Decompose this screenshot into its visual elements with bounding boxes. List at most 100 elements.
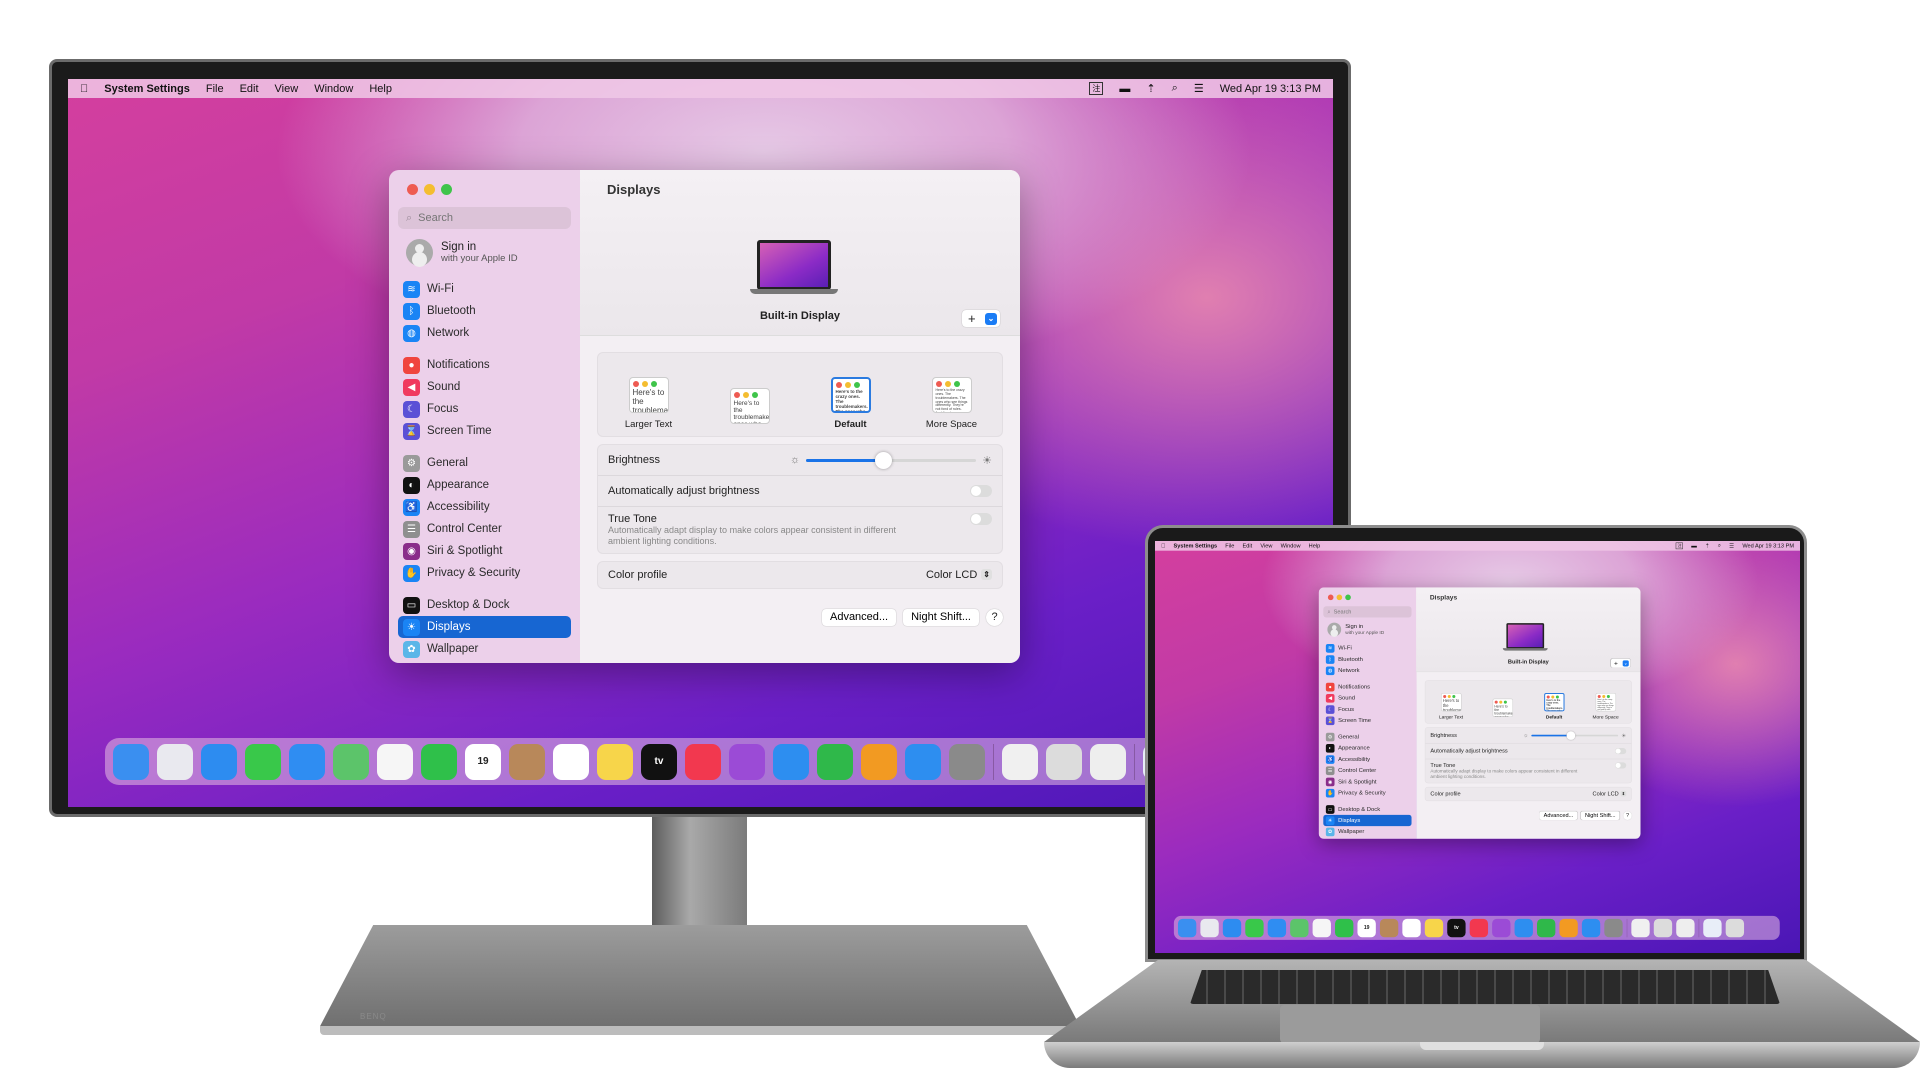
zoom-button[interactable] <box>1345 594 1351 601</box>
dock-printer-icon[interactable] <box>1090 743 1126 780</box>
menu-view[interactable]: View <box>275 83 299 95</box>
resolution-option[interactable]: Here's to the crazy ones. The troublemak… <box>902 377 1002 430</box>
minimize-button[interactable] <box>424 184 435 195</box>
sidebar-item-wi-fi[interactable]: ≋ Wi-Fi <box>398 278 571 300</box>
dock-photos-icon[interactable] <box>1312 918 1331 938</box>
dock-music-icon[interactable] <box>1469 918 1489 938</box>
color-profile-select[interactable]: Color LCD ⇕ <box>1593 791 1627 797</box>
sidebar-item-general[interactable]: ⚙ General <box>398 452 571 474</box>
dock-music-icon[interactable] <box>685 743 721 780</box>
sidebar-item-focus[interactable]: ☾ Focus <box>1323 704 1411 715</box>
sidebar-item-control-center[interactable]: ☰ Control Center <box>1323 765 1411 776</box>
apple-menu-icon[interactable]:  <box>1161 543 1165 549</box>
add-display-button[interactable]: + ⌄ <box>962 310 1000 327</box>
dock-downloads-icon[interactable] <box>1703 918 1722 938</box>
dock-photos-icon[interactable] <box>377 743 413 780</box>
resolution-option[interactable]: Here's to the troublemakers Larger Text <box>599 377 699 430</box>
menu-help[interactable]: Help <box>369 83 392 95</box>
menu-view[interactable]: View <box>1260 543 1272 549</box>
help-button[interactable]: ? <box>1623 811 1632 820</box>
sidebar-item-wallpaper[interactable]: ✿ Wallpaper <box>1323 826 1411 837</box>
menu-window[interactable]: Window <box>1281 543 1301 549</box>
dock-notes-icon[interactable] <box>597 743 633 780</box>
wifi-icon[interactable]: ⇡ <box>1146 82 1155 95</box>
dock-tv-icon[interactable]: tv <box>1447 918 1466 938</box>
dock-preview-icon[interactable] <box>1046 743 1082 780</box>
dock-keynote-icon[interactable] <box>1514 918 1533 938</box>
sidebar-item-siri-spotlight[interactable]: ◉ Siri & Spotlight <box>398 540 571 562</box>
dock-podcasts-icon[interactable] <box>1492 918 1511 938</box>
resolution-option[interactable]: Here's to the troublemakers ones who <box>700 388 800 430</box>
zoom-button[interactable] <box>441 184 452 195</box>
night-shift-button[interactable]: Night Shift... <box>1580 811 1620 820</box>
dock-mail-icon[interactable] <box>289 743 325 780</box>
brightness-slider[interactable] <box>806 451 977 469</box>
sidebar-item-appearance[interactable]: ◐ Appearance <box>398 474 571 496</box>
dock-safari-icon[interactable] <box>201 743 237 780</box>
dock-maps-icon[interactable] <box>333 743 369 780</box>
dock-system-settings-icon[interactable] <box>949 743 985 780</box>
dock-finder-icon[interactable] <box>113 743 149 780</box>
sidebar-item-displays[interactable]: ☀ Displays <box>398 616 571 638</box>
dock-numbers-icon[interactable] <box>817 743 853 780</box>
sidebar-item-notifications[interactable]: ● Notifications <box>1323 681 1411 692</box>
dock-launchpad-icon[interactable] <box>157 743 193 780</box>
sidebar-item-desktop-dock[interactable]: ▭ Desktop & Dock <box>1323 804 1411 815</box>
dock-contacts-icon[interactable] <box>1379 918 1399 938</box>
menu-file[interactable]: File <box>1225 543 1234 549</box>
dock-preview-icon[interactable] <box>1653 918 1673 938</box>
dock-app-store-icon[interactable] <box>905 743 941 780</box>
chevron-down-icon[interactable]: ⌄ <box>985 312 997 325</box>
apple-id-sign-in[interactable]: Sign in with your Apple ID <box>1323 622 1411 637</box>
search-input[interactable] <box>1333 608 1400 615</box>
search-icon[interactable]: ⌕ <box>1718 543 1721 550</box>
dock-reminders-icon[interactable] <box>553 743 589 780</box>
sidebar-item-desktop-dock[interactable]: ▭ Desktop & Dock <box>398 594 571 616</box>
brightness-slider[interactable] <box>1531 730 1619 740</box>
search-field[interactable]: ⌕ <box>1323 606 1412 618</box>
dock-trash-icon[interactable] <box>1725 918 1745 938</box>
search-field[interactable]: ⌕ <box>398 207 571 229</box>
wifi-icon[interactable]: ⇡ <box>1705 543 1710 549</box>
true-tone-toggle[interactable] <box>1615 762 1627 769</box>
dock-messages-icon[interactable] <box>1245 918 1264 938</box>
sidebar-item-general[interactable]: ⚙ General <box>1323 731 1411 742</box>
dock-system-settings-icon[interactable] <box>1604 918 1623 938</box>
dock-tv-icon[interactable]: tv <box>641 743 677 780</box>
dock-podcasts-icon[interactable] <box>729 743 765 780</box>
dock-launchpad-icon[interactable] <box>1200 918 1219 938</box>
dock-facetime-icon[interactable] <box>421 743 457 780</box>
search-input[interactable] <box>418 212 549 224</box>
dock-printer-icon[interactable] <box>1676 918 1695 938</box>
sidebar-item-notifications[interactable]: ● Notifications <box>398 354 571 376</box>
dock-facetime-icon[interactable] <box>1335 918 1354 938</box>
sidebar-item-focus[interactable]: ☾ Focus <box>398 398 571 420</box>
laptop-display-icon[interactable] <box>1502 623 1548 651</box>
add-display-button[interactable]: + ⌄ <box>1610 658 1631 668</box>
dock-calendar-icon[interactable]: 19 <box>1357 918 1376 938</box>
resolution-option[interactable]: Here's to the crazy ones. The troublemak… <box>1529 692 1580 720</box>
sidebar-item-network[interactable]: ◍ Network <box>1323 665 1411 676</box>
sidebar-item-appearance[interactable]: ◐ Appearance <box>1323 742 1411 753</box>
laptop-display-icon[interactable] <box>750 240 838 294</box>
dock-keynote-icon[interactable] <box>773 743 809 780</box>
chevron-down-icon[interactable]: ⌄ <box>1622 660 1629 667</box>
minimize-button[interactable] <box>1336 594 1343 601</box>
sidebar-item-accessibility[interactable]: ♿ Accessibility <box>398 496 571 518</box>
close-button[interactable] <box>407 184 418 195</box>
auto-brightness-toggle[interactable] <box>1615 748 1627 755</box>
auto-brightness-toggle[interactable] <box>970 485 992 497</box>
control-center-icon[interactable]: ☰ <box>1194 82 1204 95</box>
sidebar-item-sound[interactable]: ◀ Sound <box>1323 692 1411 703</box>
dock-contacts-icon[interactable] <box>509 743 545 780</box>
sidebar-item-bluetooth[interactable]: ᛒ Bluetooth <box>398 300 571 322</box>
dock-safari-icon[interactable] <box>1222 918 1242 938</box>
color-profile-select[interactable]: Color LCD ⇕ <box>926 569 992 581</box>
advanced-button[interactable]: Advanced... <box>821 608 897 626</box>
sidebar-item-control-center[interactable]: ☰ Control Center <box>398 518 571 540</box>
true-tone-toggle[interactable] <box>970 513 992 525</box>
sidebar-item-privacy-security[interactable]: ✋ Privacy & Security <box>1323 787 1411 798</box>
dock-reminders-icon[interactable] <box>1402 918 1421 938</box>
slider-knob[interactable] <box>1566 730 1576 740</box>
search-icon[interactable]: ⌕ <box>1172 82 1178 95</box>
